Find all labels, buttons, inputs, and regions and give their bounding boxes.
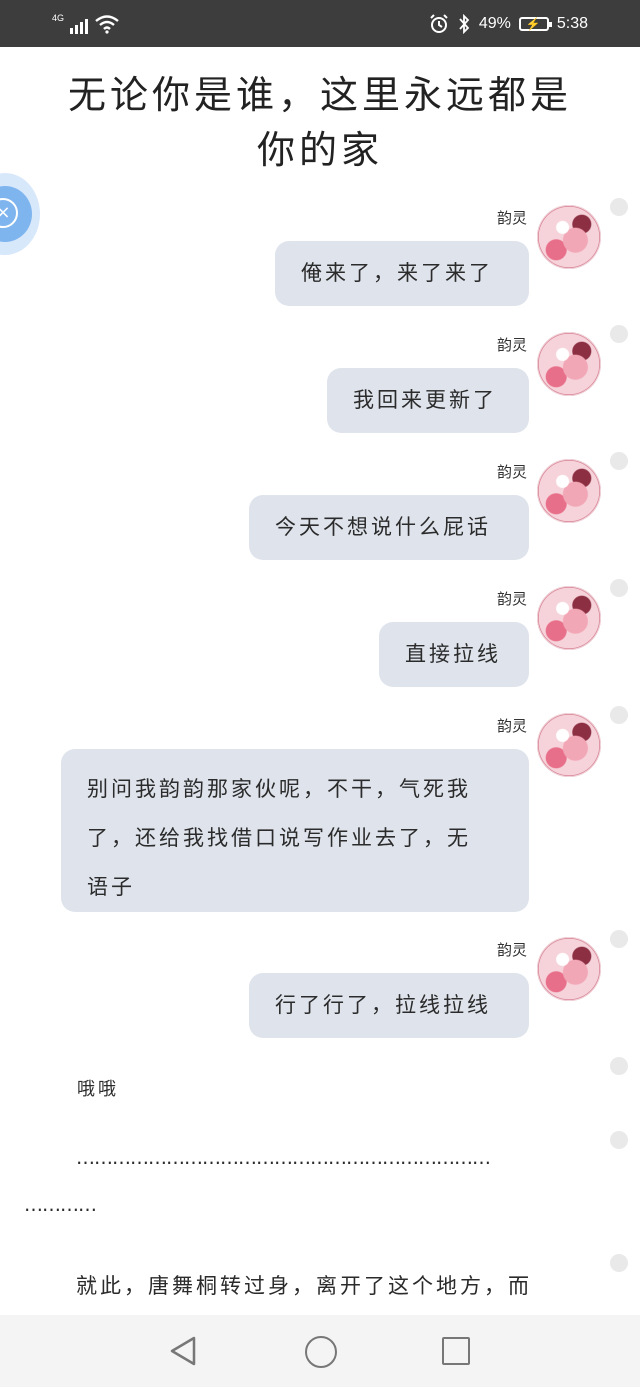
avatar[interactable] <box>537 586 601 650</box>
sender-name: 韵灵 <box>496 941 527 959</box>
edge-dot <box>610 1131 628 1149</box>
sender-name: 韵灵 <box>496 209 527 227</box>
message-line: 别问我韵韵那家伙呢，不干，气死我 <box>87 777 471 801</box>
message-bubble[interactable]: 直接拉线 <box>379 622 529 687</box>
signal-area: 4G <box>52 12 120 34</box>
battery-percent: 49% <box>478 15 511 32</box>
alarm-icon <box>430 14 448 33</box>
plain-text: …………………………………………………………… <box>76 1147 491 1169</box>
sender-name: 韵灵 <box>496 590 527 608</box>
sender-name: 韵灵 <box>496 463 527 481</box>
page-title: 无论你是谁，这里永远都是你的家 <box>67 73 572 172</box>
status-right: 49% ⚡ 5:38 <box>429 12 588 36</box>
sender-name: 韵灵 <box>496 336 527 354</box>
message-bubble[interactable]: 别问我韵韵那家伙呢，不干，气死我 了，还给我找借口说写作业去了，无 语子 <box>61 749 529 912</box>
story-text: 就此，唐舞桐转过身，离开了这个地方，而 <box>76 1274 532 1298</box>
wifi-icon <box>95 15 119 34</box>
message-bubble[interactable]: 我回来更新了 <box>327 368 529 433</box>
plain-text: 哦哦 <box>77 1079 119 1100</box>
bluetooth-icon <box>459 14 470 34</box>
message-bubble[interactable]: 俺来了，来了来了 <box>275 241 529 306</box>
sender-name: 韵灵 <box>496 717 527 735</box>
edge-dot <box>610 452 628 470</box>
avatar[interactable] <box>537 713 601 777</box>
home-circle-icon[interactable] <box>305 1336 337 1368</box>
recent-square-icon[interactable] <box>442 1337 470 1365</box>
edge-dot <box>610 1057 628 1075</box>
status-bar: 4G 49% ⚡ 5:38 <box>0 0 640 47</box>
plain-text: ………… <box>24 1194 97 1216</box>
message-bubble[interactable]: 今天不想说什么屁话 <box>249 495 529 560</box>
message-bubble[interactable]: 行了行了，拉线拉线 <box>249 973 529 1038</box>
message-line: 语子 <box>87 875 135 899</box>
edge-dot <box>610 198 628 216</box>
edge-dot <box>610 325 628 343</box>
avatar[interactable] <box>537 205 601 269</box>
avatar[interactable] <box>537 332 601 396</box>
clock: 5:38 <box>556 15 588 32</box>
signal-icon <box>70 19 89 34</box>
battery-icon: ⚡ <box>518 17 552 31</box>
edge-dot <box>610 579 628 597</box>
network-type: 4G <box>52 13 65 23</box>
message-line: 了，还给我找借口说写作业去了，无 <box>87 826 471 850</box>
back-triangle-icon[interactable] <box>168 1335 198 1367</box>
edge-dot <box>610 706 628 724</box>
avatar[interactable] <box>537 459 601 523</box>
edge-dot <box>610 1254 628 1272</box>
edge-dot <box>610 930 628 948</box>
avatar[interactable] <box>537 937 601 1001</box>
